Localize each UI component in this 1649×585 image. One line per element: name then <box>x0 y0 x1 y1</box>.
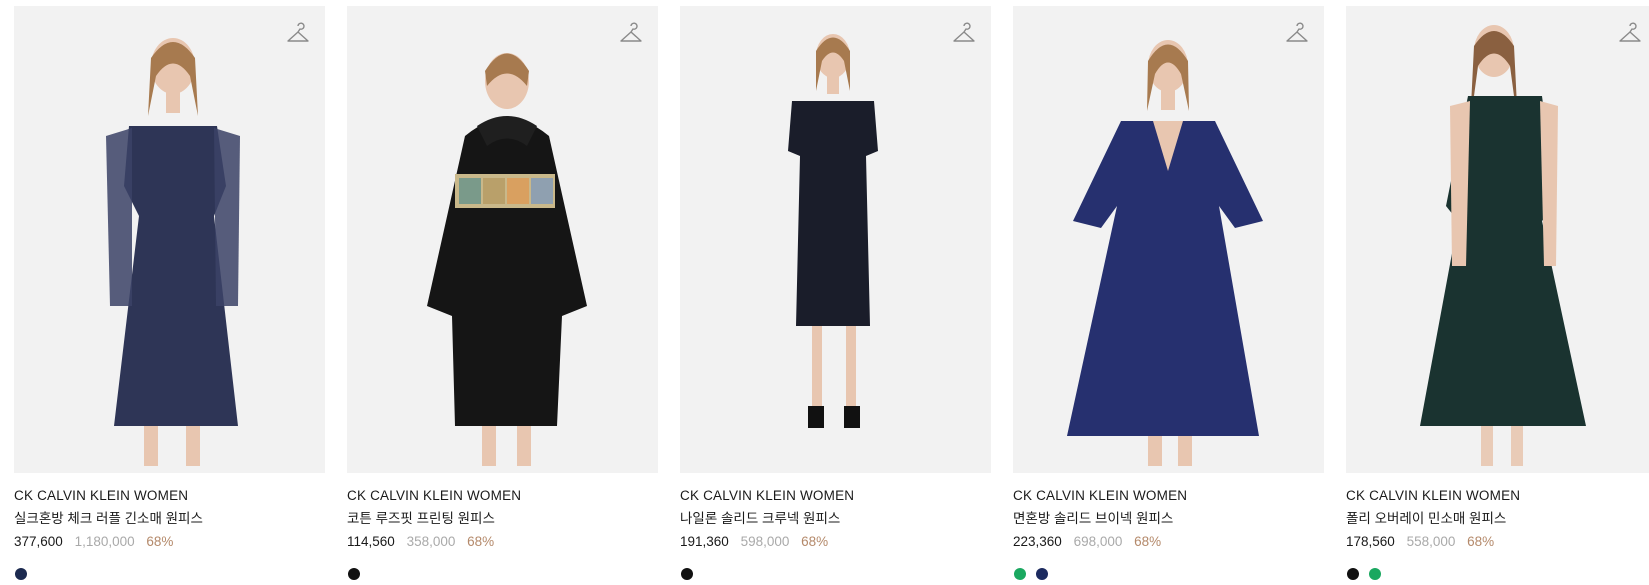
color-swatch[interactable] <box>681 568 693 580</box>
hanger-icon[interactable] <box>618 22 644 48</box>
product-image[interactable] <box>347 6 658 473</box>
product-brand[interactable]: CK CALVIN KLEIN WOMEN <box>14 486 325 506</box>
sale-price: 223,360 <box>1013 534 1062 549</box>
original-price: 358,000 <box>406 534 456 549</box>
sale-price: 178,560 <box>1346 534 1395 549</box>
product-name[interactable]: 폴리 오버레이 민소매 원피스 <box>1346 509 1649 529</box>
discount-rate: 68% <box>1467 534 1495 549</box>
model-photo <box>788 34 878 428</box>
sale-price: 377,600 <box>14 534 63 549</box>
model-photo <box>106 38 240 466</box>
color-swatches <box>681 567 699 580</box>
original-price: 558,000 <box>1406 534 1456 549</box>
product-card[interactable]: CK CALVIN KLEIN WOMEN 실크혼방 체크 러플 긴소매 원피스… <box>14 6 325 580</box>
color-swatches <box>1014 567 1054 580</box>
product-image[interactable] <box>1346 6 1649 473</box>
product-brand[interactable]: CK CALVIN KLEIN WOMEN <box>347 486 658 506</box>
product-brand[interactable]: CK CALVIN KLEIN WOMEN <box>680 486 991 506</box>
product-prices: 114,560 358,000 68% <box>347 532 658 552</box>
color-swatch[interactable] <box>1347 568 1359 580</box>
model-photo <box>1067 40 1263 466</box>
color-swatch[interactable] <box>1014 568 1026 580</box>
product-card[interactable]: CK CALVIN KLEIN WOMEN 나일론 솔리드 크루넥 원피스 19… <box>680 6 991 580</box>
hanger-icon[interactable] <box>1617 22 1643 48</box>
color-swatches <box>15 567 33 580</box>
product-name[interactable]: 코튼 루즈핏 프린팅 원피스 <box>347 509 658 529</box>
hanger-icon[interactable] <box>285 22 311 48</box>
discount-rate: 68% <box>146 534 174 549</box>
product-image[interactable] <box>680 6 991 473</box>
product-prices: 191,360 598,000 68% <box>680 532 991 552</box>
hanger-icon[interactable] <box>1284 22 1310 48</box>
product-card[interactable]: CK CALVIN KLEIN WOMEN 코튼 루즈핏 프린팅 원피스 114… <box>347 6 658 580</box>
original-price: 1,180,000 <box>74 534 135 549</box>
product-brand[interactable]: CK CALVIN KLEIN WOMEN <box>1013 486 1324 506</box>
sale-price: 114,560 <box>347 534 395 549</box>
product-name[interactable]: 면혼방 솔리드 브이넥 원피스 <box>1013 509 1324 529</box>
hanger-icon[interactable] <box>951 22 977 48</box>
product-prices: 223,360 698,000 68% <box>1013 532 1324 552</box>
color-swatches <box>348 567 366 580</box>
color-swatch[interactable] <box>348 568 360 580</box>
product-grid: CK CALVIN KLEIN WOMEN 실크혼방 체크 러플 긴소매 원피스… <box>14 6 1649 580</box>
product-card[interactable]: CK CALVIN KLEIN WOMEN 폴리 오버레이 민소매 원피스 17… <box>1346 6 1649 580</box>
original-price: 698,000 <box>1073 534 1123 549</box>
color-swatch[interactable] <box>1369 568 1382 580</box>
product-name[interactable]: 실크혼방 체크 러플 긴소매 원피스 <box>14 509 325 529</box>
discount-rate: 68% <box>467 534 495 549</box>
product-prices: 377,600 1,180,000 68% <box>14 532 325 552</box>
product-name[interactable]: 나일론 솔리드 크루넥 원피스 <box>680 509 991 529</box>
model-photo <box>1420 25 1586 466</box>
color-swatch[interactable] <box>15 568 27 580</box>
color-swatch[interactable] <box>1036 568 1049 580</box>
original-price: 598,000 <box>740 534 790 549</box>
product-image[interactable] <box>14 6 325 473</box>
sale-price: 191,360 <box>680 534 729 549</box>
product-prices: 178,560 558,000 68% <box>1346 532 1649 552</box>
product-card[interactable]: CK CALVIN KLEIN WOMEN 면혼방 솔리드 브이넥 원피스 22… <box>1013 6 1324 580</box>
discount-rate: 68% <box>1134 534 1162 549</box>
color-swatches <box>1347 567 1387 580</box>
model-photo <box>427 53 587 466</box>
product-brand[interactable]: CK CALVIN KLEIN WOMEN <box>1346 486 1649 506</box>
product-image[interactable] <box>1013 6 1324 473</box>
discount-rate: 68% <box>801 534 829 549</box>
